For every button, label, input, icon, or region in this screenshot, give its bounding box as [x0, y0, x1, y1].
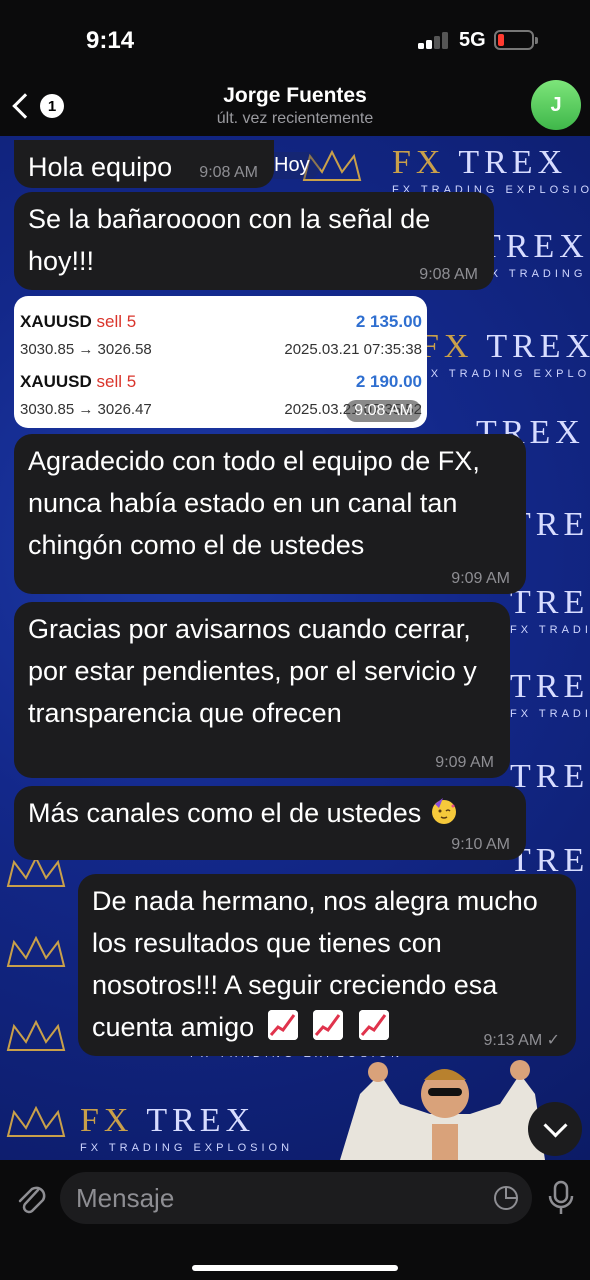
message-time: 9:09 AM [451, 570, 510, 587]
message-time: 9:08 AM [419, 266, 478, 283]
microphone-icon[interactable] [546, 1178, 576, 1218]
watermark-logo: FX TREX FX TRADING EXPLOSION [80, 1102, 294, 1154]
message-input[interactable] [76, 1180, 476, 1216]
battery-icon [494, 30, 538, 50]
paperclip-icon[interactable] [12, 1178, 48, 1218]
crown-icon [6, 936, 66, 967]
message-bubble[interactable]: Se la bañaroooon con la señal de hoy!!! … [14, 192, 494, 290]
watermark-logo: FX TREX FX TRADING EXPLOSION [392, 144, 590, 196]
sticker-image[interactable] [320, 1054, 550, 1160]
message-time: 9:09 AM [435, 754, 494, 771]
status-time: 9:14 [86, 27, 135, 54]
message-text: Se la bañaroooon con la señal de hoy!!! [28, 204, 431, 276]
chart-increasing-icon [313, 1010, 344, 1040]
message-time: 9:10 AM [451, 836, 510, 853]
chat-area[interactable]: FX TREX FX TRADING EXPLOSION TREX FX TRA… [0, 136, 590, 1160]
message-bubble[interactable]: Hola equipo 9:08 AM [14, 140, 274, 188]
message-time: 9:08 AM [346, 400, 421, 422]
message-time: 9:13 AM ✓ [483, 1032, 560, 1049]
chart-increasing-icon [358, 1010, 389, 1040]
partying-face-emoji-icon [431, 798, 456, 824]
network-type: 5G [459, 29, 486, 51]
message-bubble-outgoing[interactable]: De nada hermano, nos alegra mucho los re… [78, 874, 576, 1056]
last-seen-status: últ. vez recientemente [216, 110, 374, 127]
chart-increasing-icon [267, 1010, 298, 1040]
read-check-icon: ✓ [546, 1032, 560, 1049]
message-text: Hola equipo [28, 152, 173, 182]
scroll-to-bottom-button[interactable] [528, 1102, 582, 1156]
message-bubble[interactable]: Gracias por avisarnos cuando cerrar, por… [14, 602, 510, 778]
message-bubble[interactable]: Agradecido con todo el equipo de FX, nun… [14, 434, 526, 594]
message-time: 9:08 AM [199, 164, 258, 181]
contact-name[interactable]: Jorge Fuentes [0, 84, 590, 108]
status-bar: 9:14 5G [0, 0, 590, 80]
watermark-logo: TREX FX TRADING EXPLOSION [510, 668, 590, 720]
image-message[interactable]: XAUUSD sell 5 3030.85 → 3026.58 2 135.00… [14, 296, 427, 428]
message-bubble[interactable]: Más canales como el de ustedes 9:10 AM [14, 786, 526, 860]
trade-row: XAUUSD sell 5 3030.85 → 3026.58 2 135.00… [20, 312, 422, 358]
avatar[interactable]: J [531, 80, 581, 130]
message-text: Gracias por avisarnos cuando cerrar, por… [28, 614, 477, 728]
chat-header: 1 Jorge Fuentes últ. vez recientemente J [0, 80, 590, 136]
crown-icon [6, 1106, 66, 1137]
crown-icon [6, 856, 66, 887]
message-text: Más canales como el de ustedes [28, 798, 422, 828]
message-field[interactable] [60, 1172, 532, 1224]
home-indicator[interactable] [192, 1265, 398, 1271]
crown-icon [6, 1020, 66, 1051]
watermark-logo: TREX FX TRADING EXPLOSION [510, 584, 590, 636]
composer-bar [0, 1160, 590, 1280]
sticker-icon[interactable] [492, 1184, 520, 1212]
watermark-logo: FX TREX FX TRADING EXPLOSION [420, 328, 590, 380]
signal-icon [418, 32, 450, 49]
watermark-logo: TREX FX TRADING EXPLOSION [480, 228, 590, 280]
message-text: Agradecido con todo el equipo de FX, nun… [28, 446, 480, 560]
watermark-logo: TREX [510, 758, 590, 795]
